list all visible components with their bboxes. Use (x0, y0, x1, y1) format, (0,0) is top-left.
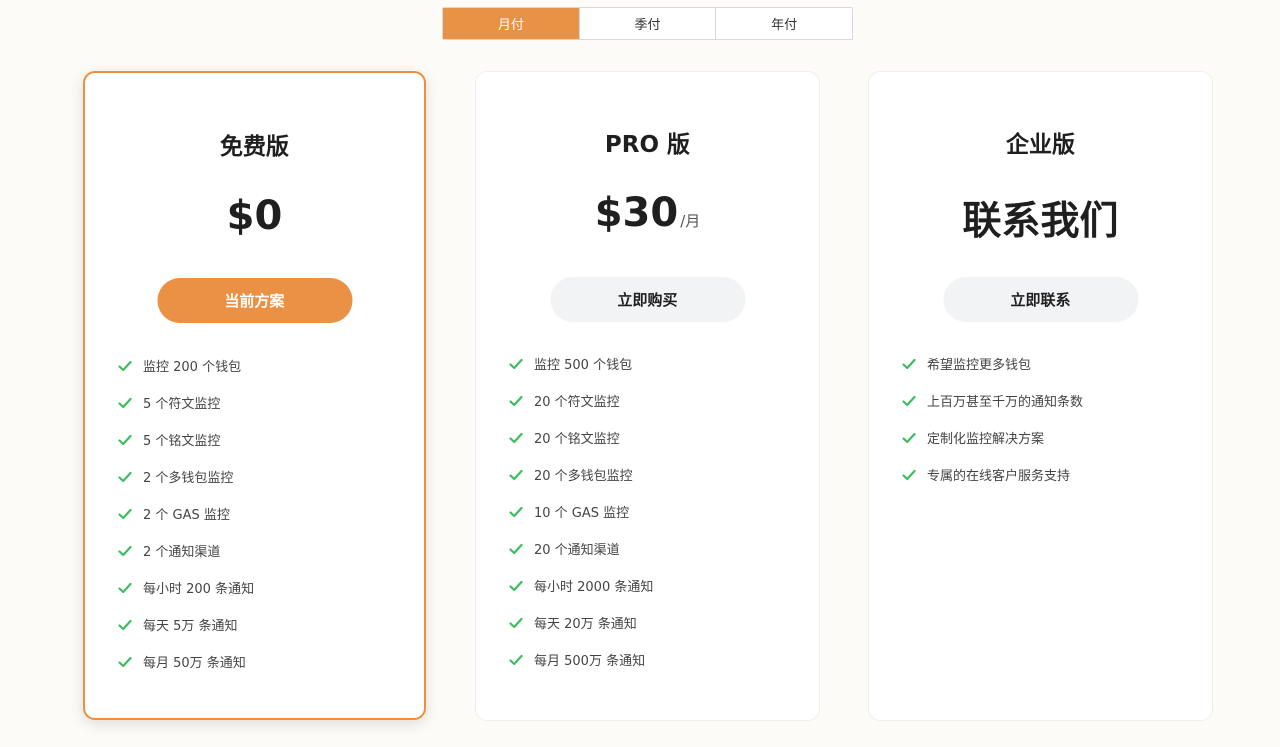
feature-item: 20 个铭文监控 (509, 419, 653, 456)
feature-item: 定制化监控解决方案 (902, 419, 1083, 456)
billing-period-toggle: 月付 季付 年付 (442, 7, 853, 40)
plan-name: 免费版 (220, 134, 289, 160)
check-icon (118, 359, 132, 373)
feature-item: 2 个 GAS 监控 (118, 495, 254, 532)
check-icon (902, 431, 916, 445)
buy-now-button[interactable]: 立即购买 (550, 277, 745, 322)
plan-name: 企业版 (1006, 132, 1075, 158)
feature-item: 每小时 200 条通知 (118, 569, 254, 606)
check-icon (509, 616, 523, 630)
feature-text: 定制化监控解决方案 (927, 432, 1045, 447)
feature-item: 每月 500万 条通知 (509, 641, 653, 678)
feature-text: 2 个 GAS 监控 (143, 508, 230, 523)
feature-list: 希望监控更多钱包上百万甚至千万的通知条数 定制化监控解决方案专属的在线客户服务支持 (902, 345, 1083, 493)
feature-text: 监控 500 个钱包 (534, 358, 633, 373)
check-icon (509, 468, 523, 482)
feature-text: 每月 500万 条通知 (534, 654, 646, 669)
feature-item: 2 个多钱包监控 (118, 458, 254, 495)
feature-item: 20 个多钱包监控 (509, 456, 653, 493)
check-icon (902, 468, 916, 482)
feature-item: 专属的在线客户服务支持 (902, 456, 1083, 493)
check-icon (509, 542, 523, 556)
check-icon (509, 431, 523, 445)
plan-card-pro: PRO 版 $30/月 立即购买 监控 500 个钱包 20 个符文监控 20 个铭… (475, 71, 820, 721)
check-icon (118, 507, 132, 521)
feature-item: 每天 5万 条通知 (118, 606, 254, 643)
check-icon (509, 579, 523, 593)
check-icon (118, 581, 132, 595)
check-icon (509, 505, 523, 519)
price-value: $0 (226, 193, 283, 239)
feature-item: 希望监控更多钱包 (902, 345, 1083, 382)
feature-list: 监控 500 个钱包 20 个符文监控 20 个铭文监控 20 个多钱包监控 10 个 … (509, 345, 653, 678)
plan-card-free: 免费版 $0 当前方案 监控 200 个钱包 5 个符文监控 5 个铭文监控 2 个多… (83, 71, 426, 720)
plan-price: 联系我们 (869, 190, 1212, 246)
feature-text: 20 个铭文监控 (534, 432, 620, 447)
feature-text: 20 个符文监控 (534, 395, 620, 410)
feature-text: 每天 5万 条通知 (143, 619, 238, 634)
feature-text: 希望监控更多钱包 (927, 358, 1032, 373)
check-icon (118, 470, 132, 484)
check-icon (509, 394, 523, 408)
feature-text: 每月 50万 条通知 (143, 656, 246, 671)
feature-text: 监控 200 个钱包 (143, 360, 242, 375)
check-icon (902, 394, 916, 408)
tab-quarterly[interactable]: 季付 (578, 8, 716, 39)
feature-text: 5 个符文监控 (143, 397, 221, 412)
feature-text: 5 个铭文监控 (143, 434, 221, 449)
feature-item: 20 个通知渠道 (509, 530, 653, 567)
price-value: $30 (594, 190, 679, 236)
check-icon (509, 653, 523, 667)
feature-item: 每月 50万 条通知 (118, 643, 254, 680)
feature-item: 监控 200 个钱包 (118, 347, 254, 384)
feature-item: 监控 500 个钱包 (509, 345, 653, 382)
plan-price: $0 (85, 193, 424, 239)
current-plan-button[interactable]: 当前方案 (157, 278, 352, 323)
feature-list: 监控 200 个钱包 5 个符文监控 5 个铭文监控 2 个多钱包监控 2 个 GAS … (118, 347, 254, 680)
contact-now-button[interactable]: 立即联系 (943, 277, 1138, 322)
feature-text: 每小时 200 条通知 (143, 582, 255, 597)
feature-text: 每天 20万 条通知 (534, 617, 637, 632)
feature-text: 10 个 GAS 监控 (534, 506, 630, 521)
tab-monthly[interactable]: 月付 (443, 8, 579, 39)
plan-card-enterprise: 企业版 联系我们 立即联系 希望监控更多钱包上百万甚至千万的通知条数 定制化监控解… (868, 71, 1213, 721)
feature-text: 每小时 2000 条通知 (534, 580, 654, 595)
price-value: 联系我们 (962, 199, 1119, 244)
check-icon (118, 655, 132, 669)
feature-item: 10 个 GAS 监控 (509, 493, 653, 530)
check-icon (902, 357, 916, 371)
check-icon (118, 544, 132, 558)
tab-yearly[interactable]: 年付 (715, 8, 852, 39)
feature-text: 上百万甚至千万的通知条数 (927, 395, 1084, 410)
feature-text: 2 个通知渠道 (143, 545, 221, 560)
feature-item: 5 个铭文监控 (118, 421, 254, 458)
plan-price: $30/月 (476, 190, 819, 236)
price-unit: /月 (680, 212, 701, 230)
check-icon (118, 433, 132, 447)
feature-item: 每小时 2000 条通知 (509, 567, 653, 604)
feature-item: 5 个符文监控 (118, 384, 254, 421)
plan-name: PRO 版 (604, 132, 691, 158)
check-icon (118, 396, 132, 410)
feature-text: 20 个通知渠道 (534, 543, 620, 558)
feature-item: 每天 20万 条通知 (509, 604, 653, 641)
feature-text: 20 个多钱包监控 (534, 469, 633, 484)
feature-item: 2 个通知渠道 (118, 532, 254, 569)
check-icon (118, 618, 132, 632)
check-icon (509, 357, 523, 371)
feature-text: 2 个多钱包监控 (143, 471, 234, 486)
feature-item: 20 个符文监控 (509, 382, 653, 419)
feature-item: 上百万甚至千万的通知条数 (902, 382, 1083, 419)
feature-text: 专属的在线客户服务支持 (927, 469, 1071, 484)
